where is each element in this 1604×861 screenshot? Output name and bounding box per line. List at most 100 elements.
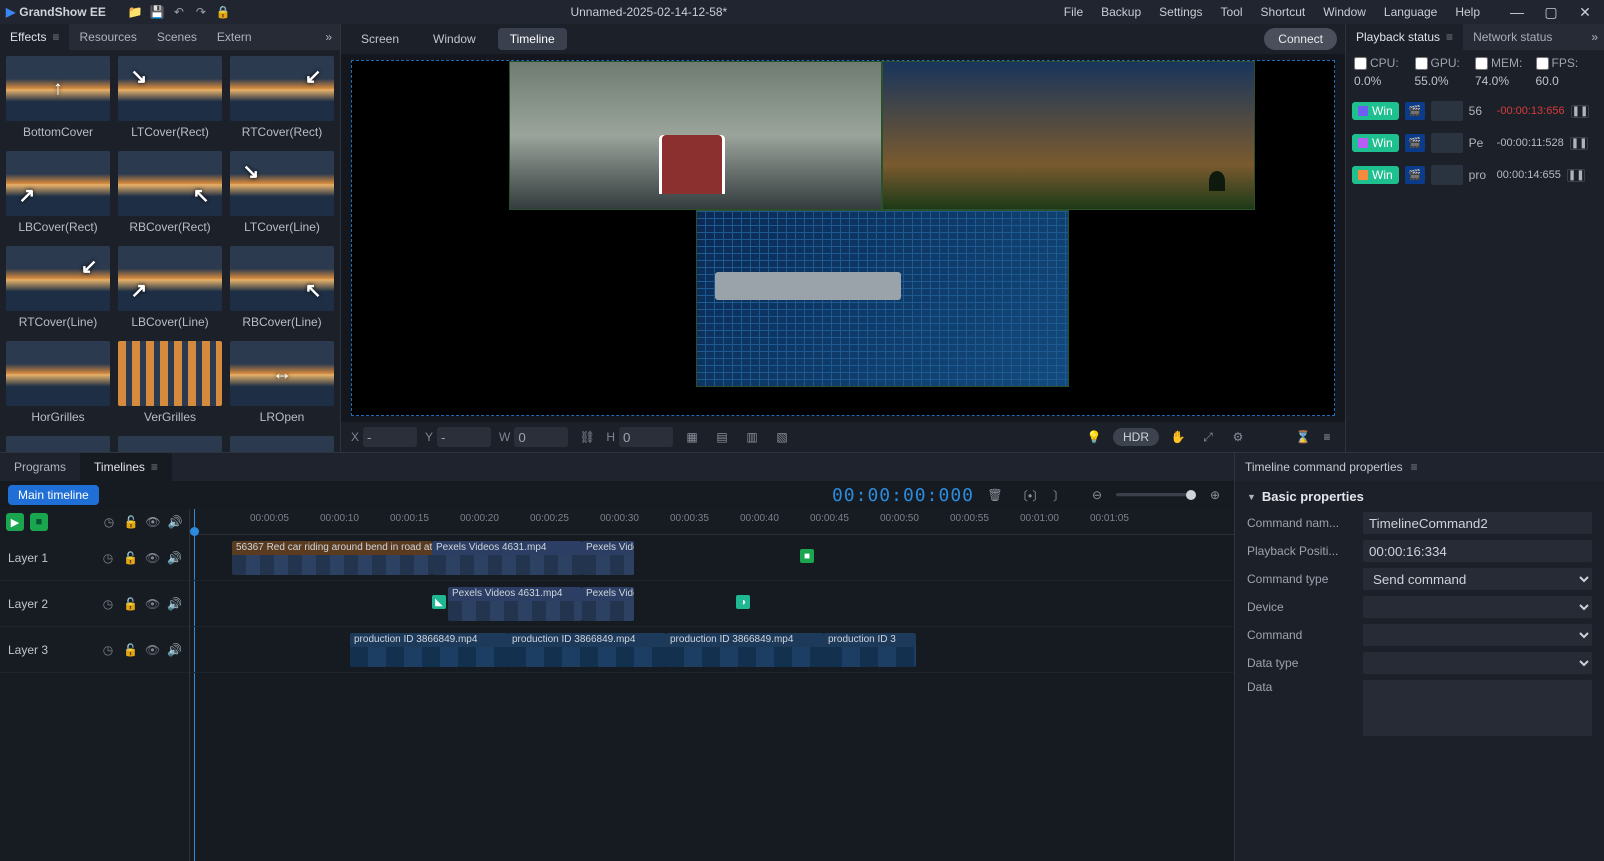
menu-help[interactable]: Help [1455,5,1480,19]
h-input[interactable] [619,427,673,447]
clip[interactable]: Pexels Videos 4631.mp4 [432,541,582,575]
eye-icon[interactable]: 👁 [145,551,159,565]
menu-file[interactable]: File [1064,5,1083,19]
effect-item[interactable]: ⇥⇤LRClose [118,436,222,452]
redo-icon[interactable]: ↷ [190,1,212,23]
effect-item[interactable]: ↗LBCover(Rect) [6,151,110,234]
marker-out[interactable]: ◑ [736,595,750,609]
clock-icon[interactable]: ◷ [101,597,115,611]
preview-canvas[interactable] [351,60,1335,416]
tab-scenes[interactable]: Scenes [147,24,207,50]
save-icon[interactable]: 💾 [146,1,168,23]
gpu-checkbox[interactable] [1415,57,1428,70]
zoom-in-icon[interactable]: ⊕ [1204,488,1226,502]
eye-icon[interactable]: 👁 [145,597,159,611]
layer-row-1[interactable]: Layer 1 ◷🔓👁🔊 [0,535,189,581]
menu-settings[interactable]: Settings [1159,5,1202,19]
section-basic[interactable]: Basic properties [1247,489,1592,504]
canvas-slot-3[interactable] [696,210,1069,387]
effect-item[interactable]: ↔LROpen [230,341,334,424]
clip[interactable]: production ID 3866849.mp4 [666,633,824,667]
speaker-icon[interactable]: 🔊 [167,597,181,611]
minimize-button[interactable]: — [1504,4,1530,21]
clock-icon[interactable]: ◷ [101,643,115,657]
lock-icon[interactable]: 🔓 [123,551,137,565]
tab-network-status[interactable]: Network status [1463,24,1562,50]
close-button[interactable]: ✕ [1572,4,1598,21]
clip[interactable]: 56367 Red car riding around bend in road… [232,541,432,575]
clip[interactable]: Pexels Vide [582,541,634,575]
eye-icon[interactable]: 👁 [145,643,159,657]
hdr-button[interactable]: HDR [1113,428,1159,446]
align-3-icon[interactable]: ▥ [741,426,763,448]
clip[interactable]: Pexels Videos 4631.mp4 [448,587,582,621]
effect-item[interactable]: VerGrilles [118,341,222,424]
mem-checkbox[interactable] [1475,57,1488,70]
timeline-name-chip[interactable]: Main timeline [8,485,99,505]
command-name-input[interactable] [1363,512,1592,534]
effect-item[interactable]: ↑BottomCover [6,56,110,139]
pause-button[interactable]: ❚❚ [1567,169,1585,182]
menu-icon[interactable]: ≡ [1319,429,1335,445]
align-4-icon[interactable]: ▧ [771,426,793,448]
effect-item[interactable]: ↘LTCover(Rect) [118,56,222,139]
fps-checkbox[interactable] [1536,57,1549,70]
effect-item[interactable]: ↘LTCover(Line) [230,151,334,234]
expand-icon[interactable]: ⤢ [1197,426,1219,448]
tab-timelines[interactable]: Timelines≡ [80,453,172,481]
zoom-out-icon[interactable]: ⊖ [1086,488,1108,502]
hourglass-icon[interactable]: ⌛ [1295,429,1311,445]
link-icon[interactable]: ⛓ [576,426,598,448]
align-2-icon[interactable]: ▤ [711,426,733,448]
connect-button[interactable]: Connect [1264,28,1337,50]
effect-item[interactable]: ↕TBOpen [6,436,110,452]
zoom-slider[interactable]: ⊖ ⊕ [1086,488,1226,502]
x-input[interactable] [363,427,417,447]
playback-row[interactable]: Win 🎬 Pe -00:00:11:528 ❚❚ [1352,130,1598,156]
track-2[interactable]: ◣ Pexels Videos 4631.mp4 Pexels Vide ◑ [190,581,1234,627]
playback-position-input[interactable] [1363,540,1592,562]
menu-language[interactable]: Language [1384,5,1437,19]
options-icon[interactable]: ≡ [1411,460,1418,474]
playback-row[interactable]: Win 🎬 56 -00:00:13:656 ❚❚ [1352,98,1598,124]
effect-item[interactable]: ⇣⇡TBClose [230,436,334,452]
play-button[interactable]: ▶ [6,513,24,531]
menu-shortcut[interactable]: Shortcut [1261,5,1306,19]
clip[interactable]: production ID 3866849.mp4 [350,633,508,667]
timeline-tracks[interactable]: 00:00:0500:00:1000:00:1500:00:2000:00:25… [190,509,1234,861]
speaker-icon[interactable]: 🔊 [167,643,181,657]
clip[interactable]: production ID 3 [824,633,916,667]
lock-icon[interactable]: 🔓 [123,597,137,611]
layer-row-3[interactable]: Layer 3 ◷🔓👁🔊 [0,627,189,673]
trash-icon[interactable]: 🗑 [984,488,1006,502]
effect-item[interactable]: ↙RTCover(Line) [6,246,110,329]
device-select[interactable] [1363,596,1592,618]
cpu-checkbox[interactable] [1354,57,1367,70]
speaker-icon[interactable]: 🔊 [167,551,181,565]
menu-tool[interactable]: Tool [1221,5,1243,19]
more-tabs-icon[interactable]: » [1585,30,1604,44]
lock-icon[interactable]: 🔓 [123,515,139,529]
canvas-slot-2[interactable] [882,61,1255,210]
maximize-button[interactable]: ▢ [1538,4,1564,21]
options-icon[interactable]: ≡ [151,460,158,474]
data-textarea[interactable] [1363,680,1592,736]
clip[interactable]: Pexels Vide [582,587,634,621]
speaker-icon[interactable]: 🔊 [167,515,183,529]
tab-window[interactable]: Window [421,28,488,50]
effect-item[interactable]: ↙RTCover(Rect) [230,56,334,139]
bracket-out-icon[interactable]: 〕 [1048,487,1070,504]
canvas-slot-1[interactable] [509,61,882,210]
tab-effects[interactable]: Effects≡ [0,24,69,50]
more-tabs-icon[interactable]: » [317,30,340,44]
options-icon[interactable]: ≡ [1446,30,1453,44]
command-type-select[interactable]: Send command [1363,568,1592,590]
eye-icon[interactable]: 👁 [145,515,161,529]
options-icon[interactable]: ≡ [52,30,59,44]
hand-icon[interactable]: ✋ [1167,426,1189,448]
clock-icon[interactable]: ◷ [101,551,115,565]
clock-icon[interactable]: ◷ [101,515,117,529]
clip[interactable]: production ID 3866849.mp4 [508,633,666,667]
track-3[interactable]: production ID 3866849.mp4 production ID … [190,627,1234,673]
tab-timeline[interactable]: Timeline [498,28,567,50]
